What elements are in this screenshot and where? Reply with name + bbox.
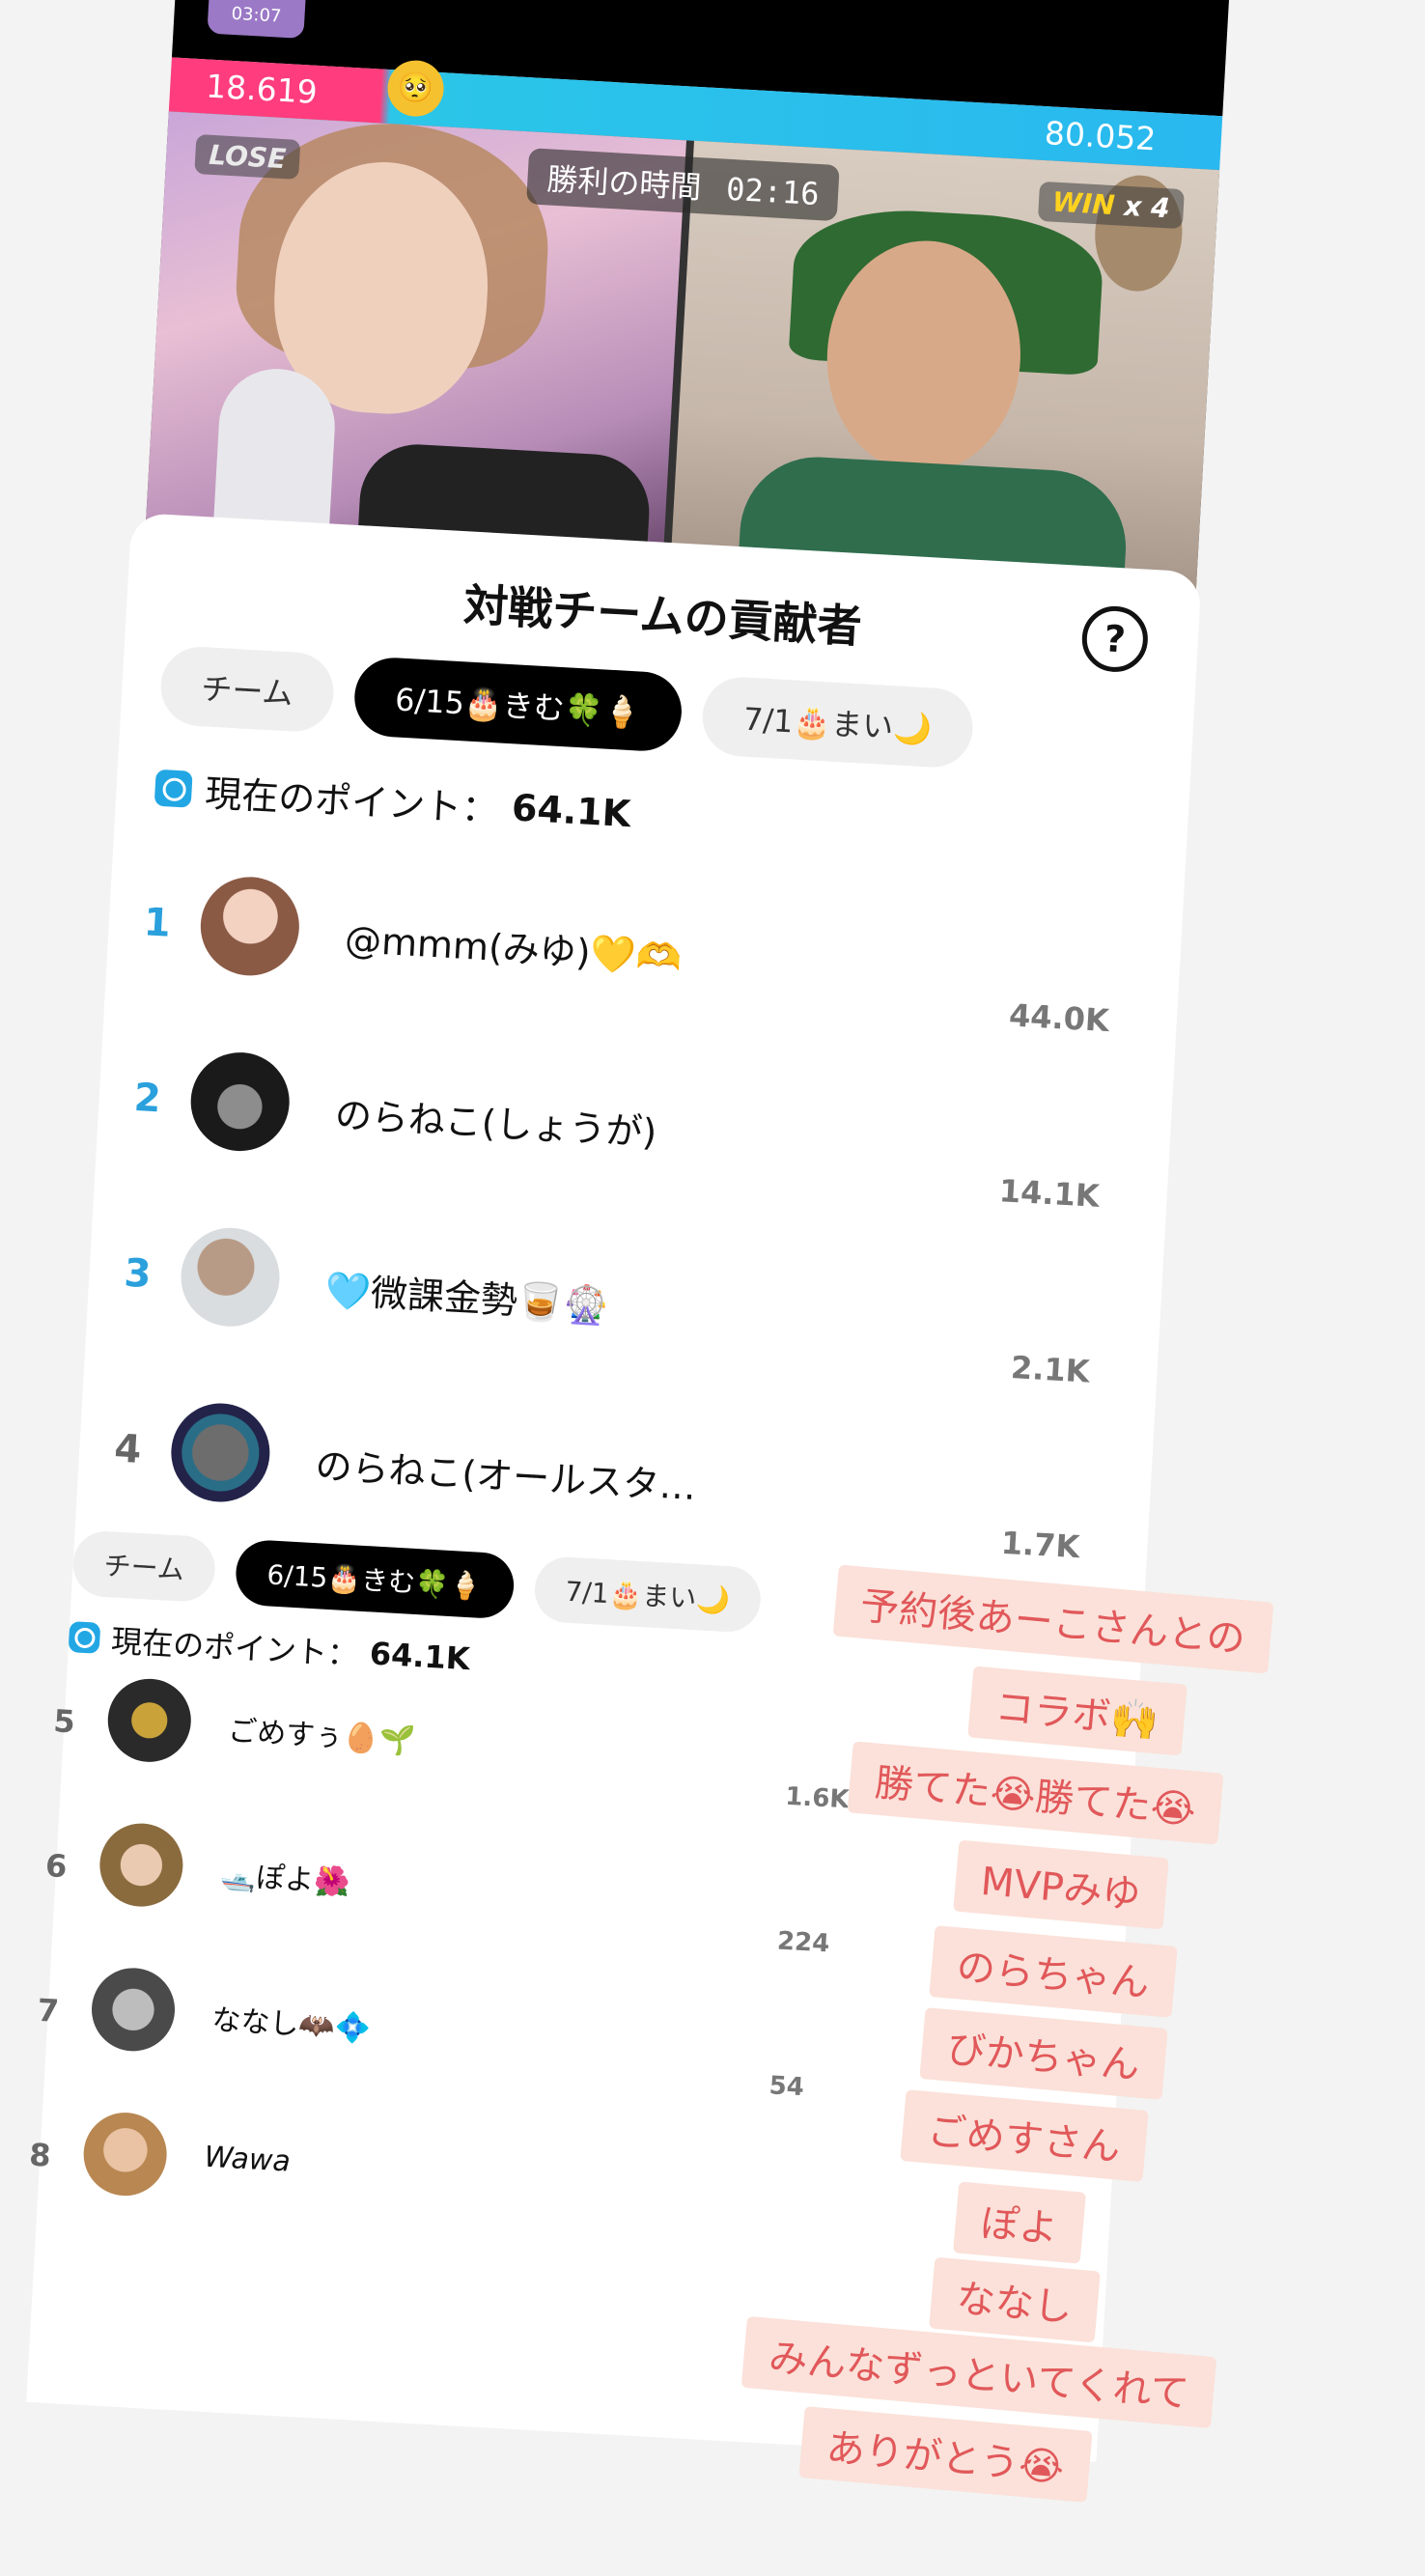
clock-icon: [68, 1621, 101, 1654]
current-points: 現在のポイント： 64.1K: [68, 1614, 471, 1681]
score-right: 80.052: [1043, 114, 1158, 158]
avatar[interactable]: [89, 1966, 178, 2054]
contribution-score: 44.0K: [1008, 996, 1110, 1040]
victory-label: 勝利の時間: [545, 160, 703, 207]
avatar[interactable]: [105, 1676, 194, 1765]
points-label: 現在のポイント：: [204, 771, 500, 831]
points-value: 64.1K: [510, 785, 632, 835]
screenshot-photo: 03:07 18.619 80.052 🥺 LOSE WIN x 4 勝利の時間…: [0, 0, 1425, 2576]
rank-number: 5: [52, 1702, 76, 1741]
clock-icon: [154, 769, 193, 808]
rank-number: 2: [132, 1075, 162, 1122]
avatar[interactable]: [168, 1400, 273, 1505]
avatar[interactable]: [187, 1050, 293, 1154]
contribution-score: 14.1K: [997, 1172, 1101, 1215]
username: Wawa: [203, 2140, 292, 2179]
win-badge: WIN x 4: [1037, 181, 1185, 230]
team-tabs: チーム 6/15🎂きむ🍀🍦 7/1🎂まい🌙: [158, 644, 975, 770]
username: のらねこ(オールスタ…: [314, 1444, 698, 1509]
rank-number: 7: [36, 1991, 60, 2030]
tab-kimu[interactable]: 6/15🎂きむ🍀🍦: [352, 656, 685, 753]
win-label: WIN: [1051, 185, 1116, 222]
win-count: x 4: [1123, 189, 1171, 225]
rank-number: 1: [142, 900, 173, 946]
points-value: 64.1K: [368, 1635, 471, 1678]
rank-number: 3: [123, 1250, 153, 1298]
tab-team[interactable]: チーム: [70, 1529, 217, 1604]
small-timer-badge: 03:07: [207, 0, 307, 40]
contributors-sheet: 対戦チームの貢献者 ? チーム 6/15🎂きむ🍀🍦 7/1🎂まい🌙 現在のポイン…: [26, 512, 1202, 2462]
contribution-score: 1.7K: [999, 1524, 1081, 1566]
rank-number: 4: [113, 1426, 143, 1472]
username: 🛥️ぽよ🌺: [218, 1859, 351, 1900]
rank-number: 6: [44, 1847, 69, 1886]
avatar[interactable]: [178, 1225, 283, 1330]
avatar[interactable]: [98, 1821, 185, 1909]
username: 🩵微課金勢🥃🎡: [323, 1269, 610, 1328]
contribution-score: 224: [776, 1926, 831, 1959]
contribution-score: 2.1K: [1010, 1349, 1091, 1390]
username: のらねこ(しょうが): [333, 1093, 658, 1155]
lose-badge: LOSE: [194, 133, 301, 180]
rank-number: 8: [28, 2136, 52, 2174]
tab-team[interactable]: チーム: [158, 644, 336, 734]
ranking-list-continued: チーム 6/15🎂きむ🍀🍦 7/1🎂まい🌙 現在のポイント： 64.1K 5 ごめ…: [21, 1529, 1145, 2553]
username: ごめすぅ🥚🌱: [227, 1714, 416, 1759]
contribution-score: 54: [768, 2071, 805, 2103]
current-points: 現在のポイント： 64.1K: [154, 761, 632, 840]
avatar[interactable]: [198, 874, 302, 979]
tab-mai[interactable]: 7/1🎂まい🌙: [532, 1554, 764, 1634]
username: @mmm(みゆ)💛🫶: [344, 917, 684, 980]
contribution-score: 1.6K: [784, 1781, 851, 1815]
avatar[interactable]: [81, 2110, 169, 2198]
points-label: 現在のポイント：: [110, 1622, 359, 1673]
victory-time: 02:16: [725, 170, 821, 213]
tab-mai[interactable]: 7/1🎂まい🌙: [700, 675, 975, 770]
username: ななし🦇💠: [210, 2002, 372, 2047]
score-left: 18.619: [205, 67, 319, 111]
